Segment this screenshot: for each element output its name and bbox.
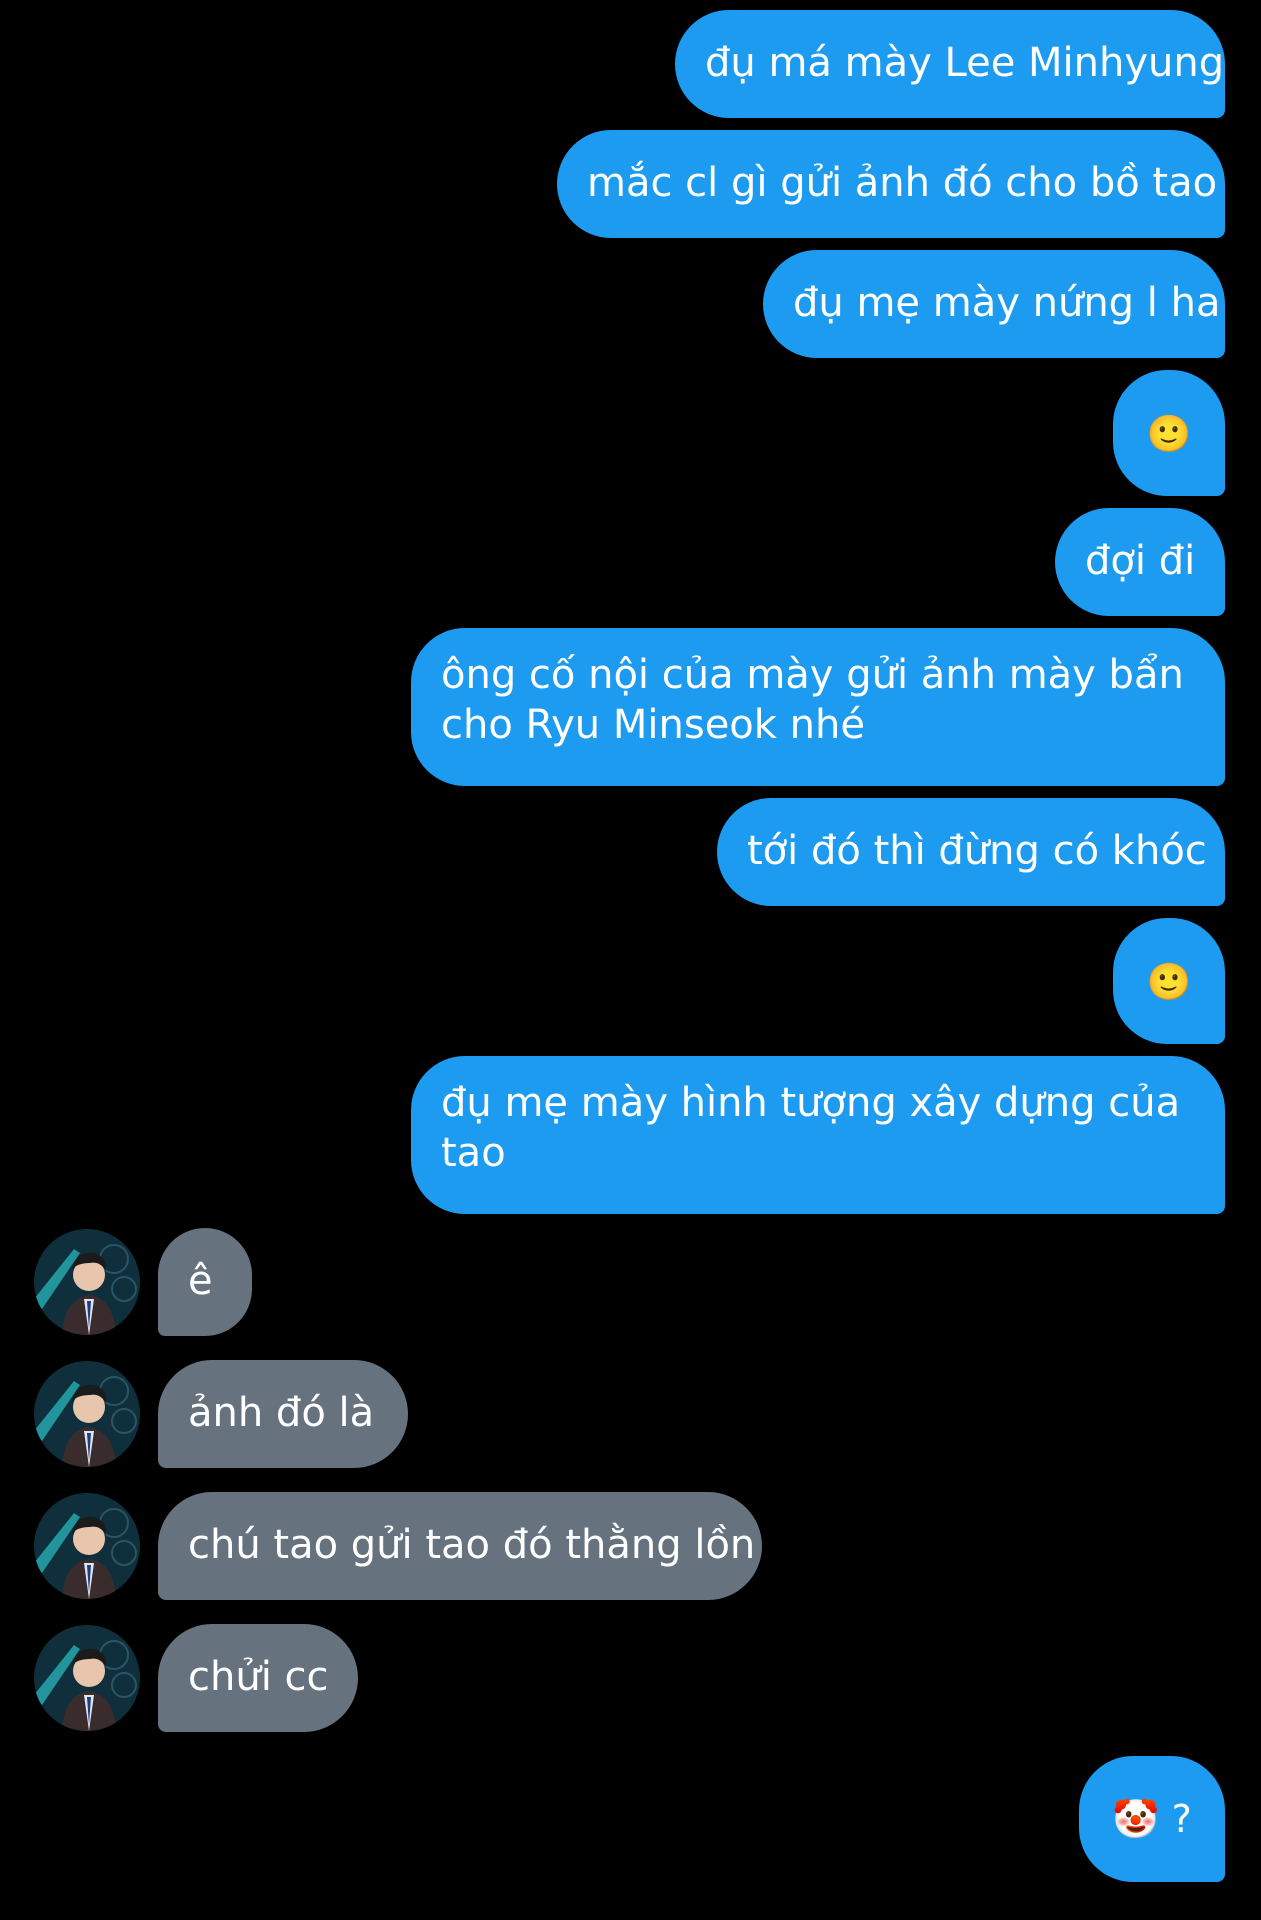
avatar-image — [34, 1493, 140, 1599]
avatar[interactable] — [34, 1625, 140, 1731]
message-outgoing[interactable]: đụ má mày Lee Minhyung — [675, 10, 1225, 118]
message-outgoing[interactable]: 🤡 ? — [1079, 1756, 1225, 1882]
message-incoming[interactable]: chửi cc — [158, 1624, 358, 1732]
message-text: đụ mẹ mày nứng l ha — [793, 280, 1221, 326]
message-text: đụ mẹ mày hình tượng xây dựng của tao — [441, 1080, 1181, 1176]
avatar[interactable] — [34, 1493, 140, 1599]
message-outgoing[interactable]: đụ mẹ mày hình tượng xây dựng của tao — [411, 1056, 1225, 1214]
avatar[interactable] — [34, 1361, 140, 1467]
message-text: chửi cc — [188, 1654, 329, 1700]
avatar-image — [34, 1625, 140, 1731]
message-text: ông cố nội của mày gửi ảnh mày bẩn cho R… — [441, 652, 1184, 748]
clown-emoji-question: 🤡 ? — [1112, 1797, 1192, 1841]
message-outgoing[interactable]: 🙂 — [1113, 370, 1225, 496]
avatar[interactable] — [34, 1229, 140, 1335]
message-text: đụ má mày Lee Minhyung — [705, 40, 1225, 86]
message-text: ảnh đó là — [188, 1390, 375, 1436]
message-text: mắc cl gì gửi ảnh đó cho bồ tao — [587, 160, 1218, 206]
smile-emoji-icon: 🙂 — [1146, 962, 1192, 1003]
message-text: ê — [188, 1258, 213, 1304]
message-text: đợi đi — [1085, 538, 1196, 584]
message-outgoing[interactable]: tới đó thì đừng có khóc — [717, 798, 1225, 906]
message-outgoing[interactable]: 🙂 — [1113, 918, 1225, 1044]
message-outgoing[interactable]: mắc cl gì gửi ảnh đó cho bồ tao — [557, 130, 1225, 238]
message-outgoing[interactable]: đợi đi — [1055, 508, 1225, 616]
message-text: chú tao gửi tao đó thằng lồn — [188, 1522, 756, 1568]
chat-thread: đụ má mày Lee Minhyung mắc cl gì gửi ảnh… — [0, 0, 1261, 1920]
message-incoming[interactable]: ảnh đó là — [158, 1360, 408, 1468]
message-incoming[interactable]: chú tao gửi tao đó thằng lồn — [158, 1492, 762, 1600]
message-incoming[interactable]: ê — [158, 1228, 252, 1336]
avatar-image — [34, 1229, 140, 1335]
avatar-image — [34, 1361, 140, 1467]
message-outgoing[interactable]: ông cố nội của mày gửi ảnh mày bẩn cho R… — [411, 628, 1225, 786]
message-text: tới đó thì đừng có khóc — [747, 828, 1207, 874]
smile-emoji-icon: 🙂 — [1146, 414, 1192, 455]
message-outgoing[interactable]: đụ mẹ mày nứng l ha — [763, 250, 1225, 358]
